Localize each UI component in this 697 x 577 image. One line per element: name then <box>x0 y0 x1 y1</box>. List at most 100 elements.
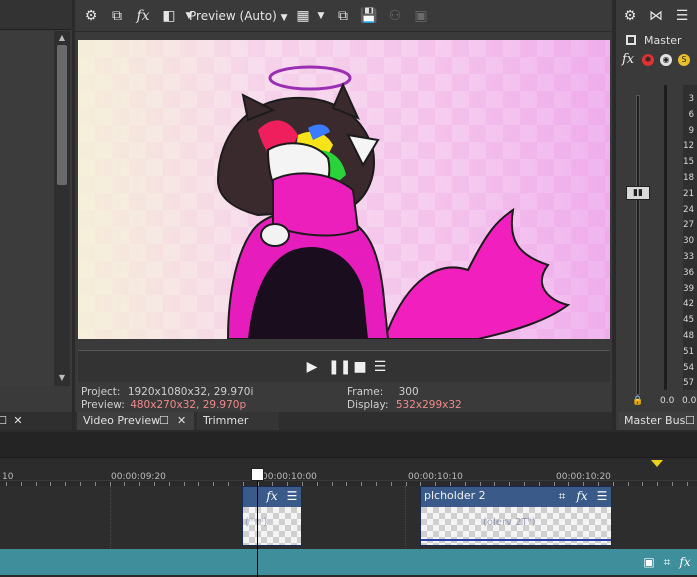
meter-tick-label: 18 <box>683 173 694 183</box>
playhead[interactable] <box>257 470 258 577</box>
display-value: 532x299x32 <box>395 399 462 411</box>
menu-icon[interactable]: ☰ <box>595 488 609 504</box>
ruler-label: 00:00:10:00 <box>262 472 317 482</box>
preview-toolbar: ⚙ ⧉ fx ◧ ▼ Preview (Auto) ▼ ▦ ▼ ⧉ 💾 ⚇ ▣ <box>75 0 612 32</box>
ruler-tick <box>272 482 273 486</box>
ruler-tick <box>80 482 81 486</box>
left-panel-tabs: ☐ ✕ <box>0 412 72 430</box>
play-icon[interactable]: ▶ <box>304 359 320 375</box>
lock-icon[interactable]: 🔒 <box>632 396 643 406</box>
stop-icon[interactable]: ■ <box>352 359 368 375</box>
tab-master-bus[interactable]: Master Bus ☐ <box>619 412 697 430</box>
ruler-tick <box>287 482 288 486</box>
clip-header[interactable]: plcholder 2 ⌗ fx ☰ <box>421 487 611 507</box>
meter-tick-label: 57 <box>683 378 694 389</box>
left-panel: ▲ ▼ ☐ ✕ <box>0 0 72 430</box>
menu-icon[interactable]: ☰ <box>285 488 299 504</box>
display-info: Display: 532x299x32 <box>347 399 462 412</box>
overlay-icon[interactable]: ▣ <box>641 554 657 570</box>
fx-icon[interactable]: fx <box>575 488 589 504</box>
crop-icon[interactable]: ⌗ <box>659 554 675 570</box>
tab-trimmer-label: Trimmer <box>203 414 249 427</box>
menu-icon[interactable]: ☰ <box>372 359 388 375</box>
master-label: Master <box>644 34 682 47</box>
scroll-down-icon[interactable]: ▼ <box>57 373 67 383</box>
ruler-tick <box>124 482 125 486</box>
save-icon[interactable]: 💾 <box>359 6 379 26</box>
effect-s-icon[interactable]: S <box>678 54 690 66</box>
playhead-handle[interactable] <box>251 468 264 481</box>
crop-icon[interactable]: ⌗ <box>555 488 569 504</box>
gear-icon[interactable]: ⚙ <box>620 6 640 26</box>
record-icon[interactable]: ⚇ <box>385 6 405 26</box>
frame-info: Frame: 300 <box>347 386 419 399</box>
ruler-tick <box>642 482 643 486</box>
tab-trimmer[interactable]: Trimmer <box>197 412 279 430</box>
master-select-icon[interactable] <box>626 35 636 45</box>
fx-icon[interactable]: fx <box>622 52 634 67</box>
ruler-tick <box>302 482 303 486</box>
ruler-label: 00:00:10:10 <box>408 472 463 482</box>
tab-video-preview-label: Video Preview <box>83 414 161 427</box>
scroll-up-icon[interactable]: ▲ <box>57 33 67 43</box>
ruler-tick <box>6 482 7 486</box>
ruler-tick <box>509 482 510 486</box>
ruler-tick <box>21 482 22 486</box>
video-clip[interactable]: plcholder 2 ⌗ fx ☰ (olerv 2Tʰ) <box>420 486 612 546</box>
chevron-down-icon[interactable]: ▼ <box>311 6 331 26</box>
region-marker-icon[interactable] <box>651 460 663 467</box>
close-icon[interactable]: ✕ <box>177 412 186 430</box>
window-icon[interactable]: ☐ <box>685 412 695 430</box>
ruler-tick <box>672 482 673 486</box>
scroll-thumb[interactable] <box>57 45 67 185</box>
master-fader-track[interactable] <box>636 95 640 395</box>
ruler-label: 00:00:09:20 <box>111 472 166 482</box>
split-screen-icon[interactable]: ◧ <box>159 6 179 26</box>
ruler-tick <box>139 482 140 486</box>
master-fader-knob[interactable]: ▮▮ <box>626 186 650 200</box>
video-clip[interactable]: fx ☰ (ᵐᵒᵘ) <box>242 486 302 546</box>
ruler-tick <box>346 482 347 486</box>
gear-icon[interactable]: ⚙ <box>81 6 101 26</box>
mixer-toolbar: ⚙ ⋈ ☰ <box>616 0 697 32</box>
meter-tick-label: 12 <box>683 141 694 152</box>
copy-to-clipboard-icon[interactable]: ⧉ <box>333 6 353 26</box>
ruler-tick <box>258 482 259 486</box>
ruler-tick <box>110 482 111 486</box>
ruler-tick <box>65 482 66 486</box>
fx-icon[interactable]: fx <box>677 554 693 570</box>
timeline-marker-strip[interactable] <box>0 432 697 458</box>
fx-icon[interactable]: fx <box>133 6 153 26</box>
ruler-tick <box>598 482 599 486</box>
meter-tick-label: 24 <box>683 204 694 215</box>
expand-icon[interactable]: ⋈ <box>646 6 666 26</box>
master-mixer-panel: ⚙ ⋈ ☰ Master fx ✱ ◉ S ▮▮ 🔒 0.0 0.0 Maste… <box>616 0 697 430</box>
fx-icon[interactable]: fx <box>265 488 279 504</box>
ruler-tick <box>687 482 688 486</box>
tab-video-preview[interactable]: Video Preview ☐ ✕ <box>77 412 194 430</box>
clip-header[interactable]: fx ☰ <box>243 487 301 507</box>
clip-thumbnail: (olerv 2Tʰ) <box>421 507 611 545</box>
left-panel-scrollbar[interactable]: ▲ ▼ <box>54 31 70 386</box>
video-track[interactable]: fx ☰ (ᵐᵒᵘ) plcholder 2 ⌗ fx ☰ (olerv 2Tʰ… <box>0 486 697 550</box>
ruler-tick <box>213 482 214 486</box>
copy-icon[interactable]: ⧉ <box>107 6 127 26</box>
track-header-bar[interactable] <box>0 549 697 575</box>
ruler-tick <box>154 482 155 486</box>
meter-tick-label: 6 <box>688 109 694 120</box>
effect-gear-icon[interactable]: ✱ <box>642 54 654 66</box>
overlay-icon[interactable]: ▣ <box>411 6 431 26</box>
pause-icon[interactable]: ❚❚ <box>328 359 351 375</box>
ruler-tick <box>406 482 407 486</box>
meter-readout: 🔒 0.0 0.0 <box>616 396 697 410</box>
grid-icon[interactable]: ▦ <box>293 6 313 26</box>
ruler-tick <box>524 482 525 486</box>
menu-icon[interactable]: ☰ <box>672 6 692 26</box>
effect-plug-icon[interactable]: ◉ <box>660 54 672 66</box>
left-panel-content <box>0 31 54 386</box>
close-icon[interactable]: ✕ <box>12 414 24 427</box>
window-icon[interactable]: ☐ <box>0 414 8 427</box>
window-icon[interactable]: ☐ <box>159 412 169 430</box>
meter-tick-label: 30 <box>683 236 694 247</box>
preview-quality-dropdown[interactable]: Preview (Auto) ▼ <box>189 6 288 26</box>
